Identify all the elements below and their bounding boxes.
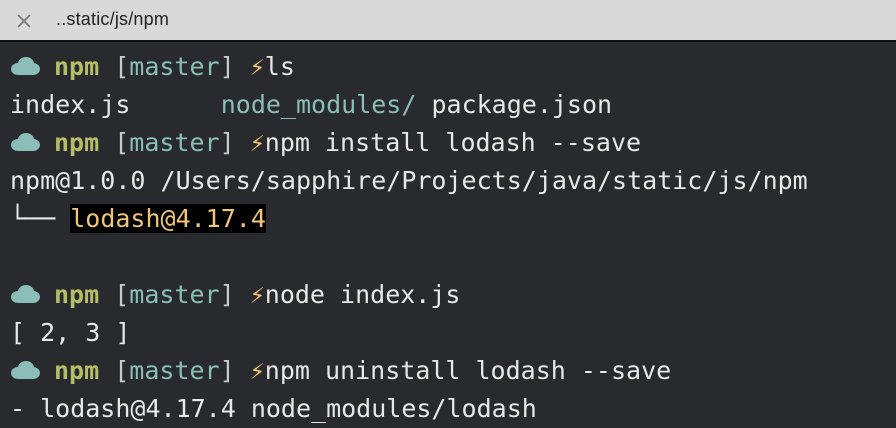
cloud-icon xyxy=(10,131,40,153)
command-text: ls xyxy=(265,52,295,81)
tab-bar: ..static/js/npm xyxy=(0,0,896,42)
install-tree-line: └── lodash@4.17.4 xyxy=(10,200,896,238)
prompt-npm: npm xyxy=(54,128,99,157)
blank-line xyxy=(10,238,896,276)
node-output-line: [ 2, 3 ] xyxy=(10,314,896,352)
cloud-icon xyxy=(10,55,40,77)
installed-package: lodash@4.17.4 xyxy=(70,204,266,233)
prompt-npm: npm xyxy=(54,52,99,81)
bolt-icon: ⚡ xyxy=(250,280,265,309)
tree-prefix: └── xyxy=(10,204,70,233)
tab-title[interactable]: ..static/js/npm xyxy=(56,9,169,30)
command-text: node index.js xyxy=(265,280,461,309)
file-item: index.js xyxy=(10,90,130,119)
bolt-icon: ⚡ xyxy=(250,128,265,157)
prompt-branch: master xyxy=(129,52,219,81)
cloud-icon xyxy=(10,359,40,381)
prompt-line: npm [master] ⚡ls xyxy=(10,48,896,86)
command-text: npm uninstall lodash --save xyxy=(265,356,671,385)
ls-output: index.js node_modules/ package.json xyxy=(10,86,896,124)
dir-item: node_modules/ xyxy=(221,90,417,119)
uninstall-output-line: - lodash@4.17.4 node_modules/lodash xyxy=(10,390,896,428)
prompt-branch: master xyxy=(129,356,219,385)
prompt-branch: master xyxy=(129,280,219,309)
prompt-line: npm [master] ⚡npm install lodash --save xyxy=(10,124,896,162)
prompt-line: npm [master] ⚡node index.js xyxy=(10,276,896,314)
command-text: npm install lodash --save xyxy=(265,128,641,157)
terminal-output[interactable]: npm [master] ⚡ls index.js node_modules/ … xyxy=(10,48,896,426)
prompt-line: npm [master] ⚡npm uninstall lodash --sav… xyxy=(10,352,896,390)
file-item: package.json xyxy=(431,90,612,119)
cloud-icon xyxy=(10,283,40,305)
bolt-icon: ⚡ xyxy=(250,52,265,81)
prompt-branch: master xyxy=(129,128,219,157)
install-path-line: npm@1.0.0 /Users/sapphire/Projects/java/… xyxy=(10,162,896,200)
bolt-icon: ⚡ xyxy=(250,356,265,385)
prompt-npm: npm xyxy=(54,356,99,385)
close-icon[interactable] xyxy=(15,12,33,30)
prompt-npm: npm xyxy=(54,280,99,309)
